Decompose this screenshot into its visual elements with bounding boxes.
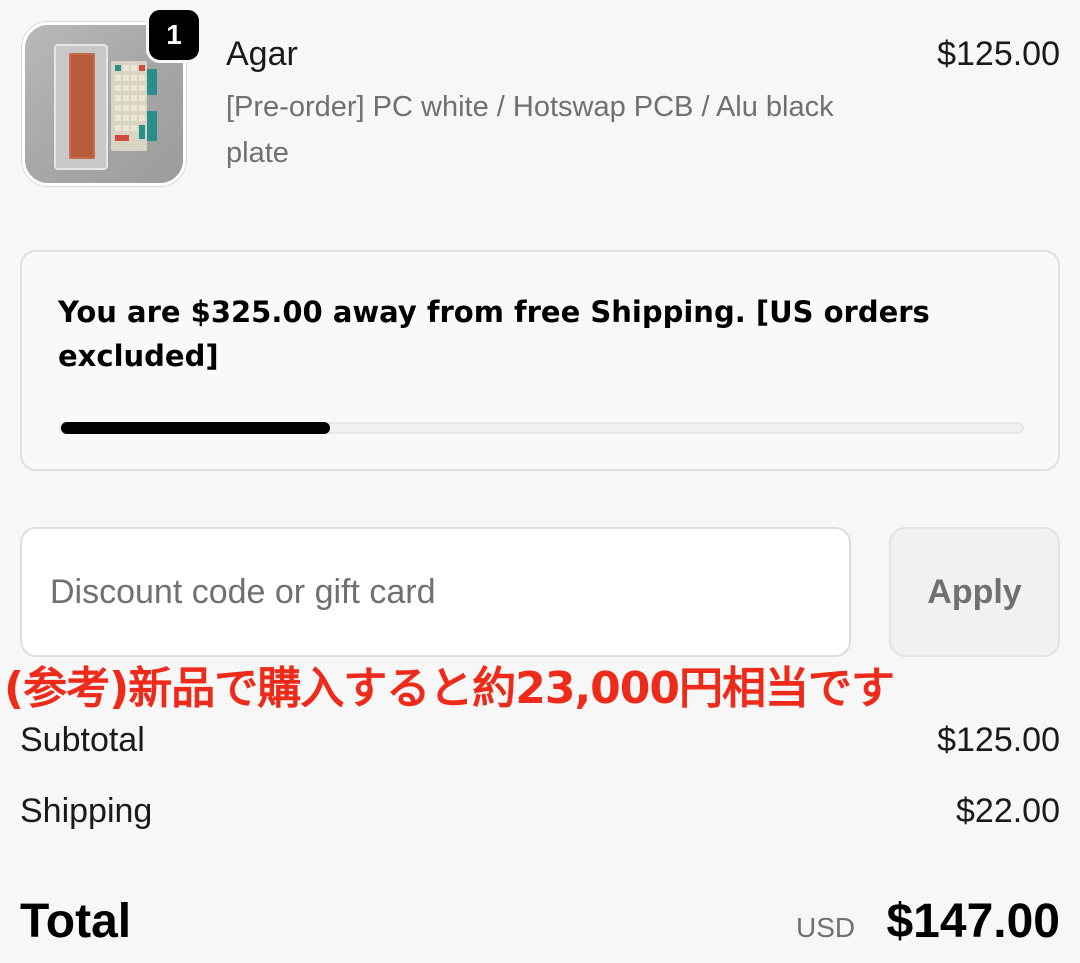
shipping-value: $22.00 <box>956 792 1060 830</box>
quantity-badge: 1 <box>146 7 202 63</box>
free-shipping-progress-bar <box>59 422 1024 434</box>
total-currency: USD <box>796 912 856 943</box>
apply-discount-button[interactable]: Apply <box>889 527 1060 657</box>
shipping-label: Shipping <box>20 792 153 830</box>
product-name: Agar <box>226 35 298 73</box>
subtotal-value: $125.00 <box>937 721 1060 759</box>
free-shipping-message: You are $325.00 away from free Shipping.… <box>58 295 930 373</box>
subtotal-label: Subtotal <box>20 721 145 759</box>
reference-price-note: (参考)新品で購入すると約23,000円相当です <box>4 663 895 714</box>
product-price: $125.00 <box>937 35 1060 73</box>
total-label: Total <box>20 895 132 948</box>
discount-code-input[interactable] <box>20 527 851 657</box>
free-shipping-progress-fill <box>61 422 331 434</box>
total-value: $147.00 <box>886 895 1060 948</box>
product-variant: [Pre-order] PC white / Hotswap PCB / Alu… <box>226 91 834 169</box>
free-shipping-banner: You are $325.00 away from free Shipping.… <box>20 250 1060 471</box>
